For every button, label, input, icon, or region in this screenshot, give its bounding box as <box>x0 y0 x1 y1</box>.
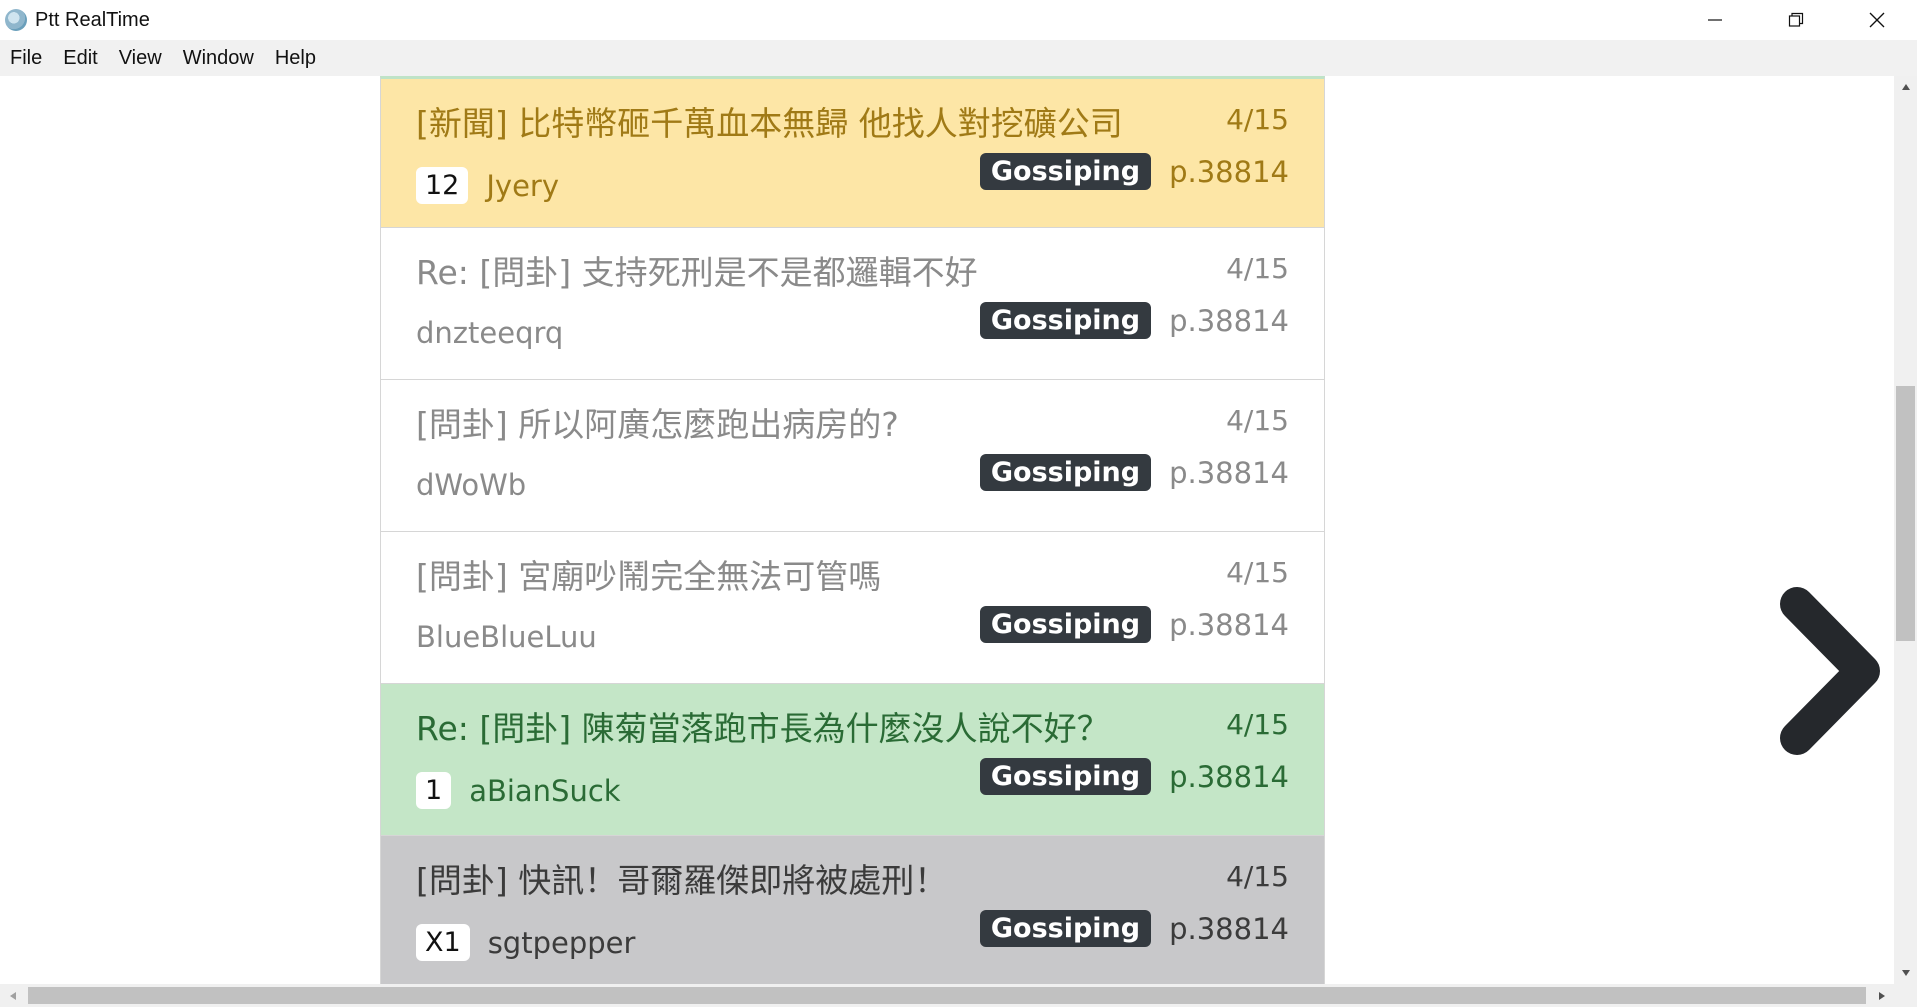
post-page: p.38814 <box>1169 154 1289 189</box>
app-icon <box>5 9 27 31</box>
restore-icon <box>1788 12 1803 27</box>
next-page-button[interactable] <box>1775 586 1885 756</box>
post-board-info: Gossiping p.38814 <box>979 302 1289 339</box>
post-date: 4/15 <box>1226 708 1289 741</box>
board-badge[interactable]: Gossiping <box>979 758 1152 795</box>
post-item[interactable]: [問卦] 所以阿廣怎麼跑出病房的? 4/15 dWoWb Gossiping p… <box>380 380 1325 532</box>
window-controls <box>1674 0 1917 40</box>
post-author[interactable]: dnzteeqrq <box>416 316 563 350</box>
scrollbar-corner <box>1894 984 1917 1007</box>
minimize-icon <box>1707 19 1722 21</box>
post-title[interactable]: [問卦] 快訊！哥爾羅傑即將被處刑！ <box>416 854 947 902</box>
post-page: p.38814 <box>1169 759 1289 794</box>
caret-up-icon <box>1901 84 1910 90</box>
title-bar: Ptt RealTime <box>0 0 1917 40</box>
close-icon <box>1869 12 1884 28</box>
menu-edit[interactable]: Edit <box>63 47 97 70</box>
post-board-info: Gossiping p.38814 <box>979 606 1289 643</box>
post-date: 4/15 <box>1226 252 1289 285</box>
menu-file[interactable]: File <box>10 47 42 70</box>
post-author[interactable]: dWoWb <box>416 468 526 502</box>
post-item[interactable]: [問卦] 快訊！哥爾羅傑即將被處刑！ 4/15 X1 sgtpepper Gos… <box>380 836 1325 984</box>
menu-bar: File Edit View Window Help <box>0 40 1917 76</box>
post-author[interactable]: Jyery <box>486 169 559 203</box>
close-button[interactable] <box>1836 0 1917 40</box>
post-board-info: Gossiping p.38814 <box>979 454 1289 491</box>
post-title[interactable]: [問卦] 所以阿廣怎麼跑出病房的? <box>416 398 899 446</box>
horizontal-scroll-thumb[interactable] <box>28 987 1866 1004</box>
post-date: 4/15 <box>1226 860 1289 893</box>
push-count-badge: 12 <box>416 167 469 204</box>
post-item[interactable]: [新聞] 比特幣砸千萬血本無歸 他找人對挖礦公司 4/15 12 Jyery G… <box>380 76 1325 228</box>
restore-button[interactable] <box>1755 0 1836 40</box>
vertical-scrollbar[interactable] <box>1894 76 1917 984</box>
chevron-right-icon <box>1780 587 1880 755</box>
window-title: Ptt RealTime <box>35 8 150 31</box>
board-badge[interactable]: Gossiping <box>979 153 1152 190</box>
horizontal-scrollbar[interactable] <box>0 984 1894 1007</box>
menu-view[interactable]: View <box>119 47 162 70</box>
push-count-badge: 1 <box>416 772 452 809</box>
vertical-scroll-thumb[interactable] <box>1896 386 1915 641</box>
post-page: p.38814 <box>1169 455 1289 490</box>
post-title[interactable]: [問卦] 宮廟吵鬧完全無法可管嗎 <box>416 550 881 598</box>
content-area: [新聞] 比特幣砸千萬血本無歸 他找人對挖礦公司 4/15 12 Jyery G… <box>0 76 1894 984</box>
post-board-info: Gossiping p.38814 <box>979 758 1289 795</box>
scroll-left-arrow[interactable] <box>0 984 25 1007</box>
caret-left-icon <box>9 991 16 1000</box>
post-date: 4/15 <box>1226 404 1289 437</box>
board-badge[interactable]: Gossiping <box>979 606 1152 643</box>
post-meta: 12 Jyery <box>416 167 559 204</box>
post-author[interactable]: BlueBlueLuu <box>416 620 597 654</box>
post-meta: 1 aBianSuck <box>416 772 621 809</box>
post-title[interactable]: [新聞] 比特幣砸千萬血本無歸 他找人對挖礦公司 <box>416 97 1123 145</box>
board-badge[interactable]: Gossiping <box>979 910 1152 947</box>
caret-down-icon <box>1901 970 1910 976</box>
post-item[interactable]: Re: [問卦] 陳菊當落跑市長為什麼沒人說不好？ 4/15 1 aBianSu… <box>380 684 1325 836</box>
board-badge[interactable]: Gossiping <box>979 454 1152 491</box>
caret-right-icon <box>1878 991 1885 1000</box>
menu-window[interactable]: Window <box>183 47 254 70</box>
post-page: p.38814 <box>1169 607 1289 642</box>
scroll-down-arrow[interactable] <box>1894 962 1917 984</box>
minimize-button[interactable] <box>1674 0 1755 40</box>
post-board-info: Gossiping p.38814 <box>979 910 1289 947</box>
push-count-badge: X1 <box>416 924 470 961</box>
post-date: 4/15 <box>1226 556 1289 589</box>
scroll-right-arrow[interactable] <box>1869 984 1894 1007</box>
menu-help[interactable]: Help <box>275 47 316 70</box>
post-list: [新聞] 比特幣砸千萬血本無歸 他找人對挖礦公司 4/15 12 Jyery G… <box>380 76 1325 984</box>
post-meta: dnzteeqrq <box>416 316 563 350</box>
post-item[interactable]: Re: [問卦] 支持死刑是不是都邏輯不好 4/15 dnzteeqrq Gos… <box>380 228 1325 380</box>
post-page: p.38814 <box>1169 303 1289 338</box>
post-author[interactable]: sgtpepper <box>488 926 636 960</box>
post-board-info: Gossiping p.38814 <box>979 153 1289 190</box>
post-item[interactable]: [問卦] 宮廟吵鬧完全無法可管嗎 4/15 BlueBlueLuu Gossip… <box>380 532 1325 684</box>
post-meta: X1 sgtpepper <box>416 924 635 961</box>
post-meta: BlueBlueLuu <box>416 620 597 654</box>
post-title[interactable]: Re: [問卦] 陳菊當落跑市長為什麼沒人說不好？ <box>416 702 1110 750</box>
post-author[interactable]: aBianSuck <box>469 774 620 808</box>
post-meta: dWoWb <box>416 468 526 502</box>
board-badge[interactable]: Gossiping <box>979 302 1152 339</box>
scroll-up-arrow[interactable] <box>1894 76 1917 98</box>
post-page: p.38814 <box>1169 911 1289 946</box>
post-title[interactable]: Re: [問卦] 支持死刑是不是都邏輯不好 <box>416 246 978 294</box>
post-date: 4/15 <box>1226 103 1289 136</box>
